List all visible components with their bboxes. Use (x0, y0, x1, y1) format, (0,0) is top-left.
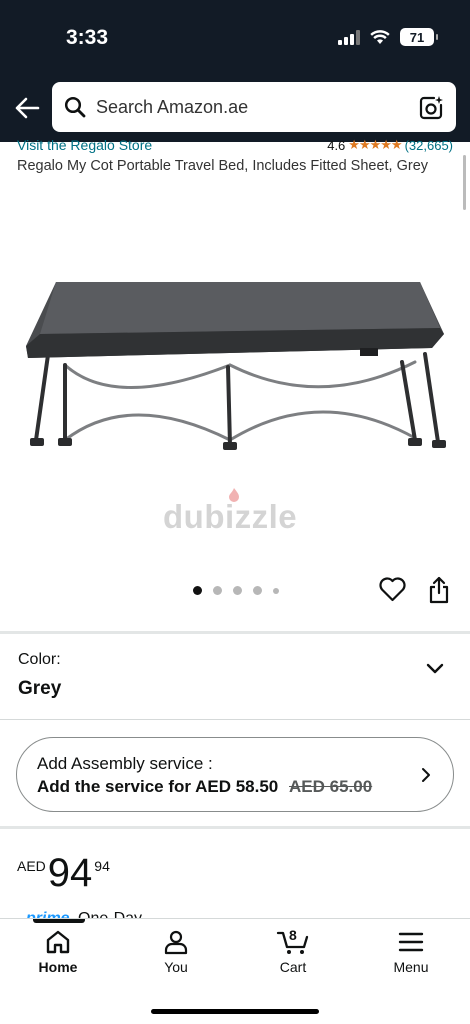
status-icons: 71 (338, 28, 438, 46)
search-icon (64, 96, 86, 118)
search-input[interactable]: Search Amazon.ae (52, 82, 456, 132)
assembly-title: Add Assembly service : (37, 754, 213, 773)
pagination-dot[interactable] (253, 586, 262, 595)
assembly-old-price: AED 65.00 (289, 777, 373, 796)
rating-stars-icon: ★★★★★ (348, 137, 402, 152)
top-header: 3:33 71 Search Amazon.ae (0, 0, 470, 142)
rating[interactable]: 4.6 ★★★★★ (32,665) (327, 137, 453, 153)
image-pagination[interactable] (193, 586, 279, 595)
menu-icon (398, 932, 424, 952)
cellular-signal-icon (338, 29, 360, 45)
scroll-indicator (463, 155, 466, 210)
price-fraction: 94 (94, 858, 110, 874)
pagination-dot[interactable] (193, 586, 202, 595)
divider (0, 631, 470, 634)
pagination-dot[interactable] (213, 586, 222, 595)
assembly-price: AED 58.50 (195, 777, 279, 796)
search-placeholder: Search Amazon.ae (96, 97, 249, 117)
share-icon[interactable] (428, 576, 450, 604)
tab-you-label: You (164, 959, 188, 975)
color-value: Grey (18, 678, 62, 699)
wifi-icon (370, 29, 390, 44)
store-link[interactable]: Visit the Regalo Store (17, 137, 152, 153)
tab-home[interactable]: Home (18, 929, 98, 975)
product-price: AED 94 94 (17, 852, 110, 894)
product-image[interactable] (20, 270, 450, 470)
watermark: dubizzle (163, 498, 298, 535)
status-time: 3:33 (66, 26, 109, 49)
back-arrow-icon[interactable] (12, 94, 42, 122)
price-currency: AED (17, 858, 46, 874)
chevron-right-icon (422, 768, 430, 782)
product-title: Regalo My Cot Portable Travel Bed, Inclu… (17, 158, 429, 174)
tab-menu-label: Menu (393, 959, 429, 975)
chevron-down-icon[interactable] (426, 662, 444, 676)
home-indicator (151, 1009, 319, 1014)
rating-count[interactable]: (32,665) (405, 138, 453, 153)
tab-menu[interactable]: Menu (371, 929, 451, 975)
assembly-service-button[interactable]: Add Assembly service : Add the service f… (16, 737, 454, 812)
assembly-prefix: Add the service for (37, 777, 191, 796)
color-label: Color: (18, 651, 61, 668)
tab-cart[interactable]: 8 Cart (253, 927, 333, 975)
user-icon (164, 930, 188, 955)
tab-cart-label: Cart (279, 959, 307, 975)
pagination-dot[interactable] (273, 587, 279, 594)
cart-count-badge: 8 (289, 927, 297, 943)
battery-icon: 71 (400, 28, 438, 46)
store-rating-row: Visit the Regalo Store 4.6 ★★★★★ (32,665… (17, 135, 457, 153)
heart-icon[interactable] (379, 577, 406, 602)
assembly-offer: Add the service for AED 58.50 AED 65.00 (37, 777, 372, 797)
tab-you[interactable]: You (136, 929, 216, 975)
divider (0, 719, 470, 720)
watermark-flame-icon (229, 488, 239, 502)
price-whole: 94 (47, 851, 93, 895)
pagination-dot[interactable] (233, 586, 242, 595)
divider (0, 826, 470, 829)
rating-value: 4.6 (327, 137, 346, 153)
home-icon (46, 930, 70, 954)
camera-lens-icon[interactable] (418, 95, 444, 121)
active-tab-indicator (33, 919, 85, 923)
tab-home-label: Home (38, 959, 78, 975)
